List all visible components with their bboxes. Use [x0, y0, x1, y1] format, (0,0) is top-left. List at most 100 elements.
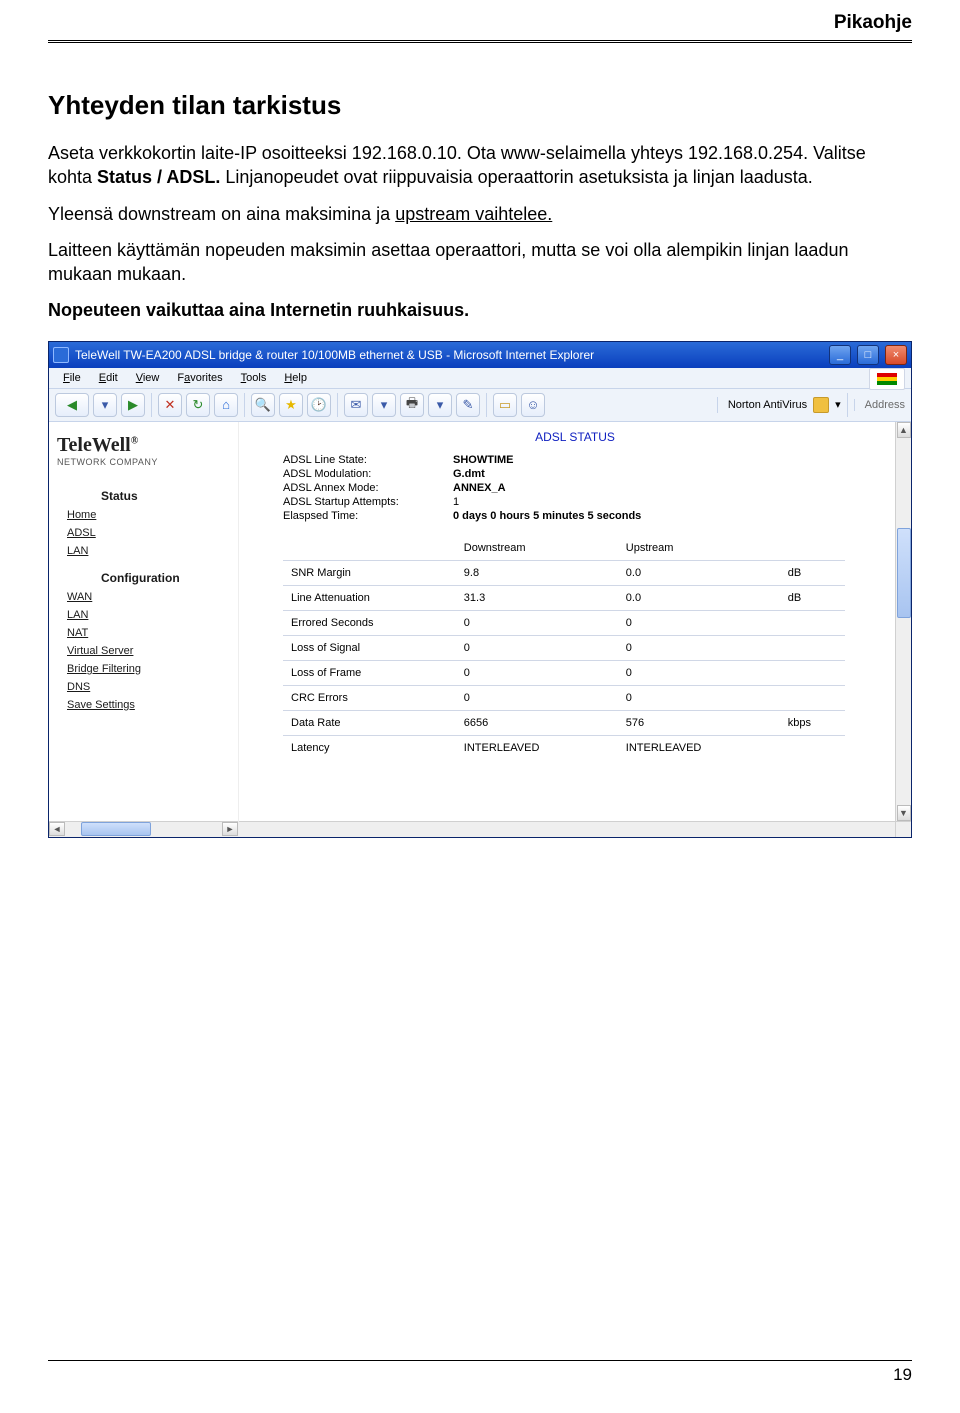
window-titlebar[interactable]: TeleWell TW-EA200 ADSL bridge & router 1…: [49, 342, 911, 368]
menu-file[interactable]: File: [55, 370, 89, 386]
app-icon: [53, 347, 69, 363]
kv-key: ADSL Startup Attempts:: [283, 496, 453, 508]
kv-key: Elaspsed Time:: [283, 510, 453, 522]
col-upstream: Upstream: [618, 536, 780, 561]
chevron-down-icon: ▾: [437, 397, 444, 413]
folder-icon: ▭: [499, 397, 511, 413]
scroll-left-button[interactable]: ◄: [49, 822, 65, 836]
window-title: TeleWell TW-EA200 ADSL bridge & router 1…: [75, 348, 823, 362]
back-dropdown[interactable]: ▾: [93, 393, 117, 417]
folder-button[interactable]: ▭: [493, 393, 517, 417]
sidebar-hscroll-thumb[interactable]: [81, 822, 151, 836]
doc-heading: Yhteyden tilan tarkistus: [48, 90, 912, 121]
discuss-button[interactable]: ☺: [521, 393, 545, 417]
sidebar: TeleWell® NETWORK COMPANY Status Home AD…: [49, 422, 239, 837]
table-row: Errored Seconds00: [283, 610, 845, 635]
edit-icon: ✎: [463, 397, 474, 413]
toolbar: ◀ ▾ ▶ ✕ ↻ ⌂ 🔍 ★ 🕑 ✉ ▾ 🖶 ▾ ✎ ▭ ☺ Norton A…: [49, 389, 911, 422]
forward-button[interactable]: ▶: [121, 393, 145, 417]
sidebar-link-wan[interactable]: WAN: [67, 591, 238, 603]
norton-icon[interactable]: [813, 397, 829, 413]
sidebar-link-lan[interactable]: LAN: [67, 545, 238, 557]
stats-table: Downstream Upstream SNR Margin9.80.0dB L…: [283, 536, 845, 760]
menu-favorites[interactable]: Favorites: [169, 370, 230, 386]
home-icon: ⌂: [222, 397, 230, 412]
star-icon: ★: [285, 397, 297, 413]
menu-edit[interactable]: Edit: [91, 370, 126, 386]
history-button[interactable]: 🕑: [307, 393, 331, 417]
sidebar-link-adsl[interactable]: ADSL: [67, 527, 238, 539]
brand-block: TeleWell® NETWORK COMPANY: [49, 430, 238, 475]
kv-value: SHOWTIME: [453, 454, 887, 466]
print-dropdown[interactable]: ▾: [428, 393, 452, 417]
footer-rule: [48, 1360, 912, 1361]
table-row: Line Attenuation31.30.0dB: [283, 585, 845, 610]
scroll-down-button[interactable]: ▼: [897, 805, 911, 821]
refresh-button[interactable]: ↻: [186, 393, 210, 417]
sidebar-link-dns[interactable]: DNS: [67, 681, 238, 693]
doc-p2-a: Yleensä downstream on aina maksimina ja: [48, 204, 395, 224]
doc-p2-b: upstream vaihtelee.: [395, 204, 552, 224]
table-row: Loss of Frame00: [283, 660, 845, 685]
table-row: SNR Margin9.80.0dB: [283, 560, 845, 585]
sidebar-link-lan2[interactable]: LAN: [67, 609, 238, 621]
stop-icon: ✕: [165, 397, 176, 413]
menu-tools[interactable]: Tools: [233, 370, 275, 386]
status-title: ADSL STATUS: [263, 430, 887, 444]
doc-p1-b: Status / ADSL.: [97, 167, 220, 187]
sidebar-link-bridge-filtering[interactable]: Bridge Filtering: [67, 663, 238, 675]
vscroll-thumb[interactable]: [897, 528, 911, 618]
search-button[interactable]: 🔍: [251, 393, 275, 417]
table-header-row: Downstream Upstream: [283, 536, 845, 561]
toolbar-separator: [244, 393, 245, 417]
favorites-button[interactable]: ★: [279, 393, 303, 417]
toolbar-separator: [847, 393, 848, 417]
sidebar-link-virtual-server[interactable]: Virtual Server: [67, 645, 238, 657]
history-icon: 🕑: [311, 397, 327, 413]
print-button[interactable]: 🖶: [400, 393, 424, 417]
scroll-up-button[interactable]: ▲: [897, 422, 911, 438]
doc-p1-c: Linjanopeudet ovat riippuvaisia operaatt…: [220, 167, 812, 187]
doc-paragraph-2: Yleensä downstream on aina maksimina ja …: [48, 202, 912, 226]
kv-key: ADSL Line State:: [283, 454, 453, 466]
sidebar-hscrollbar[interactable]: ◄ ►: [49, 821, 238, 837]
browser-content: TeleWell® NETWORK COMPANY Status Home AD…: [49, 422, 911, 837]
menu-view[interactable]: View: [128, 370, 168, 386]
doc-paragraph-3: Laitteen käyttämän nopeuden maksimin ase…: [48, 238, 912, 287]
kv-value: 1: [453, 496, 887, 508]
back-button[interactable]: ◀: [55, 393, 89, 417]
sidebar-link-save-settings[interactable]: Save Settings: [67, 699, 238, 711]
main-vscrollbar[interactable]: ▲ ▼: [895, 422, 911, 821]
chat-icon: ☺: [526, 397, 539, 412]
stop-button[interactable]: ✕: [158, 393, 182, 417]
mail-dropdown[interactable]: ▾: [372, 393, 396, 417]
window-minimize-button[interactable]: _: [829, 345, 851, 365]
toolbar-separator: [151, 393, 152, 417]
mail-icon: ✉: [351, 397, 362, 413]
sidebar-link-nat[interactable]: NAT: [67, 627, 238, 639]
address-label: Address: [854, 399, 905, 411]
window-close-button[interactable]: ×: [885, 345, 907, 365]
header-rule: [48, 40, 912, 43]
menu-help[interactable]: Help: [276, 370, 315, 386]
main-hscrollbar[interactable]: [239, 821, 895, 837]
forward-icon: ▶: [128, 397, 138, 413]
print-icon: 🖶: [406, 394, 418, 416]
kv-value: 0 days 0 hours 5 minutes 5 seconds: [453, 510, 887, 522]
status-kv-list: ADSL Line State:SHOWTIME ADSL Modulation…: [283, 454, 887, 522]
scroll-corner: [895, 821, 911, 837]
window-maximize-button[interactable]: □: [857, 345, 879, 365]
windows-logo-icon: [869, 368, 905, 390]
scroll-right-button[interactable]: ►: [222, 822, 238, 836]
sidebar-link-home[interactable]: Home: [67, 509, 238, 521]
kv-value: G.dmt: [453, 468, 887, 480]
home-button[interactable]: ⌂: [214, 393, 238, 417]
chevron-down-icon[interactable]: ▾: [835, 398, 841, 411]
edit-button[interactable]: ✎: [456, 393, 480, 417]
norton-panel: Norton AntiVirus ▾: [717, 397, 841, 413]
mail-button[interactable]: ✉: [344, 393, 368, 417]
chevron-down-icon: ▾: [381, 397, 388, 413]
table-row: CRC Errors00: [283, 685, 845, 710]
search-icon: 🔍: [255, 397, 271, 413]
vscroll-track[interactable]: [897, 438, 911, 805]
